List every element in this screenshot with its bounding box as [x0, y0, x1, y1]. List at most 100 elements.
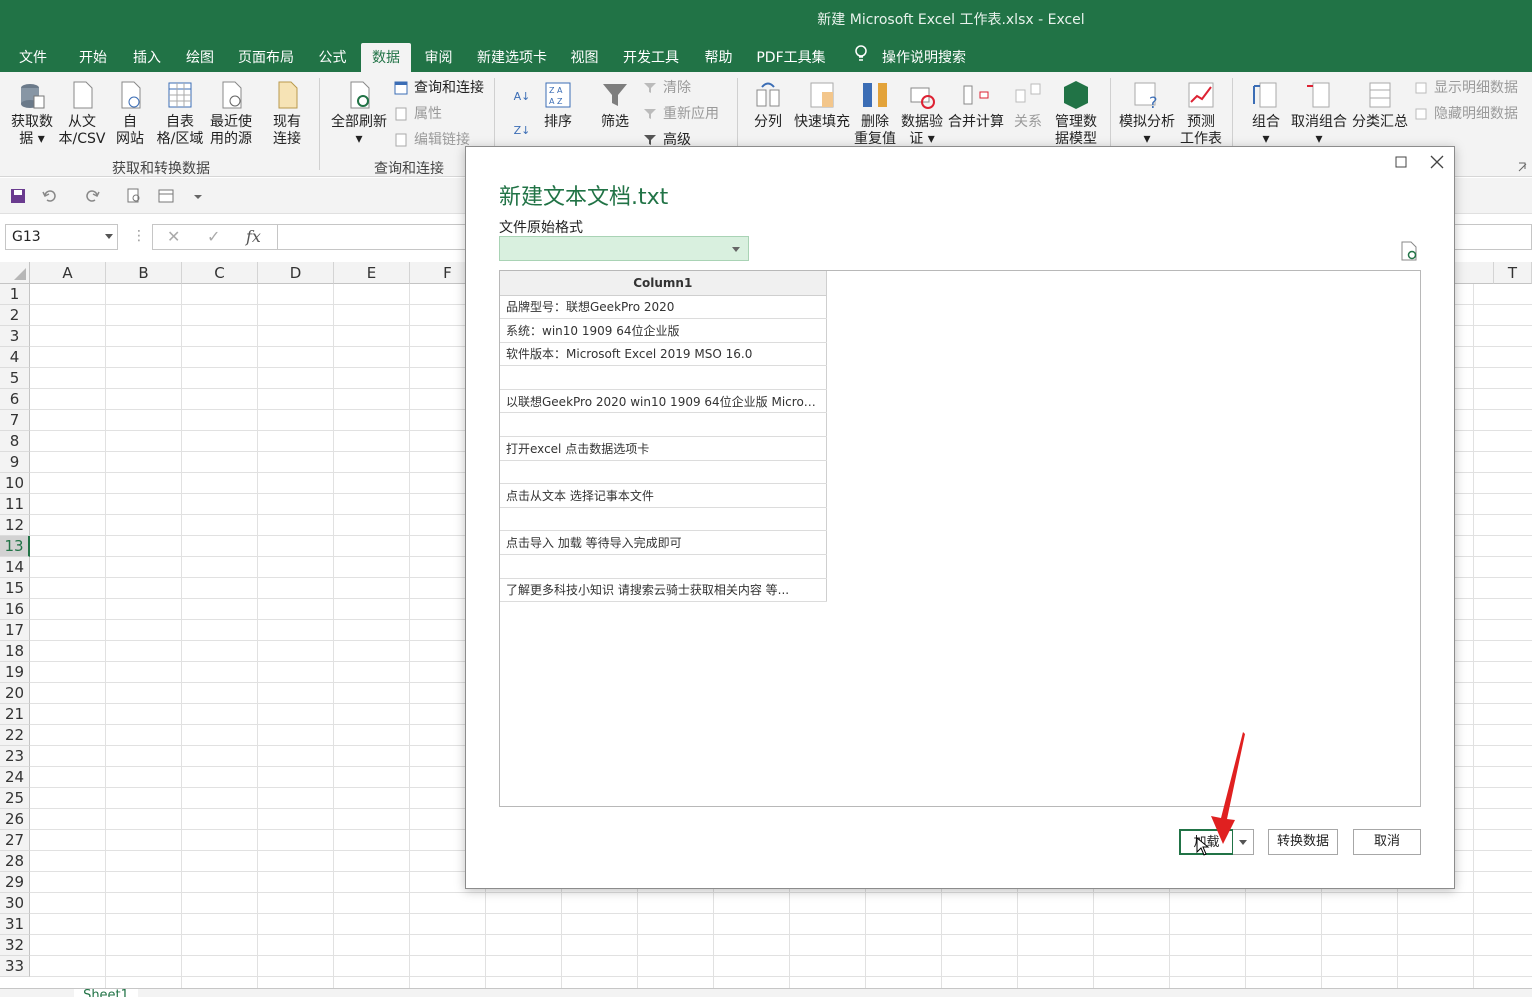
table-cell[interactable]: 品牌型号：联想GeekPro 2020	[500, 295, 827, 320]
row-header[interactable]: 22	[0, 725, 30, 746]
column-header-e[interactable]: E	[334, 262, 410, 284]
row-header[interactable]: 5	[0, 368, 30, 389]
dialog-launcher-icon[interactable]	[1518, 162, 1528, 172]
queries-connections-button[interactable]: 查询和连接	[394, 78, 484, 98]
recent-sources-button[interactable]: 最近使 用的源	[207, 80, 255, 148]
row-header[interactable]: 1	[0, 284, 30, 305]
table-cell[interactable]	[500, 365, 827, 390]
sort-button[interactable]: Z A A Z 排序	[538, 80, 578, 131]
hide-detail-button[interactable]: 隐藏明细数据	[1414, 104, 1518, 124]
row-header[interactable]: 15	[0, 578, 30, 599]
row-header[interactable]: 28	[0, 851, 30, 872]
row-header[interactable]: 20	[0, 683, 30, 704]
refresh-preview-icon[interactable]	[1400, 241, 1418, 261]
print-preview-icon[interactable]	[126, 188, 142, 204]
text-to-columns-button[interactable]: 分列	[748, 80, 788, 131]
row-header[interactable]: 7	[0, 410, 30, 431]
ungroup-button[interactable]: 取消组合 ▾	[1290, 80, 1348, 148]
edit-links-button[interactable]: 编辑链接	[394, 130, 470, 150]
column-header-c[interactable]: C	[182, 262, 258, 284]
table-cell[interactable]	[500, 412, 827, 438]
cancel-button[interactable]: 取消	[1353, 829, 1421, 855]
table-cell[interactable]: 以联想GeekPro 2020 win10 1909 64位企业版 Micros…	[500, 389, 827, 414]
row-header[interactable]: 9	[0, 452, 30, 473]
tab-view[interactable]: 视图	[562, 43, 607, 72]
row-header[interactable]: 24	[0, 767, 30, 788]
show-detail-button[interactable]: 显示明细数据	[1414, 78, 1518, 98]
tab-formulas[interactable]: 公式	[310, 43, 355, 72]
table-cell[interactable]: 了解更多科技小知识 请搜索云骑士获取相关内容 等...	[500, 578, 827, 603]
properties-button[interactable]: 属性	[394, 104, 442, 124]
from-web-button[interactable]: 自 网站	[110, 80, 150, 148]
form-icon[interactable]	[158, 188, 174, 204]
tab-developer[interactable]: 开发工具	[616, 43, 686, 72]
row-header[interactable]: 12	[0, 515, 30, 536]
row-header[interactable]: 3	[0, 326, 30, 347]
redo-icon[interactable]	[84, 188, 100, 204]
formula-bar-grip-icon[interactable]: ⋮	[132, 228, 146, 244]
tab-page-layout[interactable]: 页面布局	[232, 43, 300, 72]
tab-home[interactable]: 开始	[68, 43, 118, 72]
row-header[interactable]: 32	[0, 935, 30, 956]
row-header[interactable]: 26	[0, 809, 30, 830]
row-header[interactable]: 8	[0, 431, 30, 452]
tab-data[interactable]: 数据	[361, 43, 411, 72]
row-header[interactable]: 31	[0, 914, 30, 935]
group-button[interactable]: 组合 ▾	[1246, 80, 1286, 148]
tell-me-search[interactable]: 操作说明搜索	[874, 43, 974, 72]
tab-draw[interactable]: 绘图	[175, 43, 225, 72]
table-cell[interactable]: 系统：win10 1909 64位企业版	[500, 318, 827, 343]
manage-data-model-button[interactable]: 管理数 据模型	[1050, 80, 1102, 148]
get-data-button[interactable]: 获取数 据 ▾	[8, 80, 56, 148]
column-header-b[interactable]: B	[106, 262, 182, 284]
customize-qat-icon[interactable]	[194, 192, 202, 200]
table-cell[interactable]	[500, 507, 827, 532]
column-header-t[interactable]: T	[1494, 262, 1532, 284]
row-header[interactable]: 19	[0, 662, 30, 683]
sheet-tab[interactable]: Sheet1	[74, 989, 138, 997]
row-header[interactable]: 2	[0, 305, 30, 326]
forecast-sheet-button[interactable]: 预测 工作表	[1180, 80, 1222, 148]
close-icon[interactable]	[1428, 153, 1446, 171]
tab-review[interactable]: 审阅	[416, 43, 461, 72]
row-header[interactable]: 6	[0, 389, 30, 410]
row-header[interactable]: 30	[0, 893, 30, 914]
tab-pdf-tools[interactable]: PDF工具集	[751, 43, 831, 72]
maximize-icon[interactable]	[1392, 153, 1410, 171]
confirm-entry-icon[interactable]: ✓	[207, 227, 220, 246]
row-header[interactable]: 18	[0, 641, 30, 662]
undo-icon[interactable]	[42, 188, 58, 204]
data-validation-button[interactable]: 数据验 证 ▾	[898, 80, 946, 148]
reapply-button[interactable]: 重新应用	[643, 104, 719, 124]
table-cell[interactable]	[500, 460, 827, 485]
insert-function-icon[interactable]: fx	[246, 227, 261, 246]
file-origin-select[interactable]	[499, 236, 749, 261]
filter-button[interactable]: 筛选	[596, 80, 634, 131]
tab-insert[interactable]: 插入	[122, 43, 172, 72]
consolidate-button[interactable]: 合并计算	[948, 80, 1004, 131]
row-header[interactable]: 16	[0, 599, 30, 620]
save-icon[interactable]	[10, 188, 26, 204]
table-cell[interactable]: 点击从文本 选择记事本文件	[500, 483, 827, 508]
row-header[interactable]: 29	[0, 872, 30, 893]
row-header[interactable]: 14	[0, 557, 30, 578]
table-cell[interactable]: 软件版本：Microsoft Excel 2019 MSO 16.0	[500, 342, 827, 367]
table-cell[interactable]: 打开excel 点击数据选项卡	[500, 436, 827, 461]
row-header[interactable]: 25	[0, 788, 30, 809]
row-header[interactable]: 11	[0, 494, 30, 515]
select-all-corner[interactable]	[0, 262, 30, 284]
from-table-button[interactable]: 自表 格/区域	[156, 80, 204, 148]
row-header[interactable]: 4	[0, 347, 30, 368]
tab-file[interactable]: 文件	[8, 43, 58, 72]
relationships-button[interactable]: 关系	[1010, 80, 1046, 131]
remove-duplicates-button[interactable]: 删除 重复值	[854, 80, 896, 148]
name-box[interactable]: G13	[5, 224, 118, 250]
chevron-down-icon[interactable]	[105, 234, 113, 239]
refresh-all-button[interactable]: 全部刷新 ▾	[330, 80, 388, 148]
cancel-entry-icon[interactable]: ✕	[167, 227, 180, 246]
column-header-d[interactable]: D	[258, 262, 334, 284]
column-header-a[interactable]: A	[30, 262, 106, 284]
tab-help[interactable]: 帮助	[696, 43, 741, 72]
row-header[interactable]: 21	[0, 704, 30, 725]
from-text-csv-button[interactable]: 从文 本/CSV	[56, 80, 108, 148]
